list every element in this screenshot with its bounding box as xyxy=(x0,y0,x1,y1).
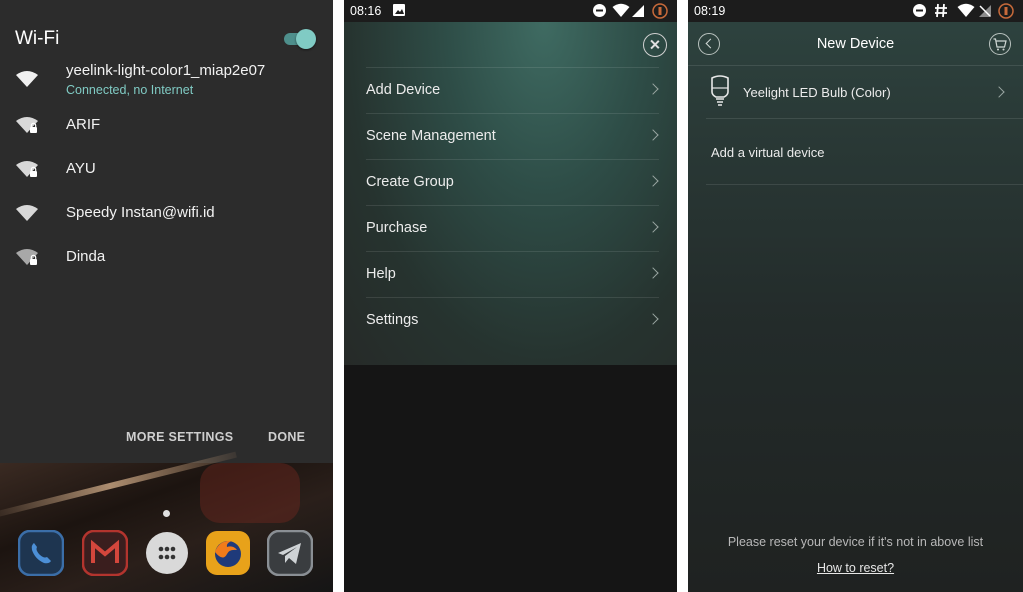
menu-item-purchase[interactable]: Purchase xyxy=(366,206,659,252)
menu-item-label: Scene Management xyxy=(366,128,496,144)
battery-icon xyxy=(998,3,1014,19)
menu-item-label: Purchase xyxy=(366,220,428,236)
chevron-right-icon xyxy=(647,175,659,187)
chevron-right-icon xyxy=(647,313,659,325)
menu-item-scene-management[interactable]: Scene Management xyxy=(366,114,659,160)
wifi-network-item[interactable]: Dinda xyxy=(0,244,333,284)
wallpaper-decoration xyxy=(200,463,300,523)
status-time: 08:16 xyxy=(350,4,382,18)
wifi-secured-signal-icon xyxy=(16,117,38,133)
no-signal-icon xyxy=(979,5,991,17)
dimmed-background[interactable] xyxy=(344,365,677,592)
wifi-toggle-thumb xyxy=(296,29,316,49)
done-button[interactable]: DONE xyxy=(268,430,305,444)
firefox-icon[interactable] xyxy=(205,530,251,576)
wifi-header: Wi-Fi xyxy=(15,26,318,54)
status-time: 08:19 xyxy=(694,4,726,18)
do-not-disturb-icon xyxy=(913,4,926,17)
battery-icon xyxy=(652,3,668,19)
hash-icon xyxy=(935,3,947,18)
wifi-ssid: ARIF xyxy=(66,116,101,133)
how-to-reset-link-wrap: How to reset? xyxy=(688,559,1023,577)
telegram-icon[interactable] xyxy=(267,530,313,576)
wifi-status-icon xyxy=(957,3,975,17)
wifi-network-item[interactable]: ARIF xyxy=(0,112,333,152)
wifi-network-item[interactable]: Speedy Instan@wifi.id xyxy=(0,200,333,240)
chevron-right-icon xyxy=(647,221,659,233)
menu-sheet: Add Device Scene Management Create Group… xyxy=(344,22,677,365)
menu-item-label: Settings xyxy=(366,312,419,328)
menu-panel: 08:16 Add Device Scene Management Create… xyxy=(344,0,677,592)
menu-item-label: Create Group xyxy=(366,174,454,190)
phone-icon[interactable] xyxy=(18,530,64,576)
status-bar: 08:19 xyxy=(688,0,1023,22)
gmail-icon[interactable] xyxy=(82,530,128,576)
status-bar: 08:16 xyxy=(344,0,677,22)
menu-item-help[interactable]: Help xyxy=(366,252,659,298)
menu-item-create-group[interactable]: Create Group xyxy=(366,160,659,206)
lte-signal-icon xyxy=(632,5,644,17)
wifi-ssid: Dinda xyxy=(66,248,106,265)
wifi-status-icon xyxy=(612,3,630,17)
wifi-secured-signal-icon xyxy=(16,161,38,177)
wifi-title: Wi-Fi xyxy=(15,28,60,49)
new-device-header: New Device xyxy=(688,22,1023,66)
more-settings-button[interactable]: MORE SETTINGS xyxy=(126,430,233,444)
wifi-quick-settings-panel: Wi-Fi yeelink-light-color1_miap2e07 Conn… xyxy=(0,0,333,592)
reset-hint-text: Please reset your device if it's not in … xyxy=(727,535,984,549)
wifi-ssid: Speedy Instan@wifi.id xyxy=(66,204,215,221)
chevron-right-icon xyxy=(647,129,659,141)
wifi-network-item[interactable]: AYU xyxy=(0,156,333,196)
device-name: Yeelight LED Bulb (Color) xyxy=(743,85,891,100)
wifi-ssid: AYU xyxy=(66,160,96,177)
led-bulb-icon xyxy=(711,75,729,106)
wifi-ssid: yeelink-light-color1_miap2e07 xyxy=(66,62,266,79)
wifi-toggle[interactable] xyxy=(284,29,316,49)
chevron-right-icon xyxy=(647,83,659,95)
page-indicator-dot xyxy=(163,510,170,517)
wifi-network-item[interactable]: yeelink-light-color1_miap2e07 Connected,… xyxy=(0,60,333,100)
add-virtual-device-label: Add a virtual device xyxy=(711,145,825,160)
menu-item-settings[interactable]: Settings xyxy=(366,298,659,344)
wifi-secured-signal-icon xyxy=(16,249,38,265)
menu-item-add-device[interactable]: Add Device xyxy=(366,68,659,114)
menu-item-label: Help xyxy=(366,266,396,282)
wifi-signal-icon xyxy=(16,205,38,221)
close-icon[interactable] xyxy=(643,33,667,57)
device-list-item[interactable]: Yeelight LED Bulb (Color) xyxy=(706,67,1023,119)
app-drawer-icon[interactable] xyxy=(144,530,190,576)
add-virtual-device-item[interactable]: Add a virtual device xyxy=(706,119,1023,185)
home-dock xyxy=(0,522,333,592)
wifi-signal-icon xyxy=(16,71,38,87)
new-device-panel: 08:19 New Device Yeelight LED Bulb (Colo… xyxy=(688,0,1023,592)
cart-icon[interactable] xyxy=(989,33,1011,55)
do-not-disturb-icon xyxy=(593,4,606,17)
gallery-notification-icon xyxy=(393,4,405,16)
wifi-connection-status: Connected, no Internet xyxy=(66,83,194,97)
how-to-reset-link[interactable]: How to reset? xyxy=(817,561,894,575)
menu-item-label: Add Device xyxy=(366,82,441,98)
chevron-right-icon xyxy=(647,267,659,279)
chevron-right-icon xyxy=(993,86,1005,98)
page-title: New Device xyxy=(816,36,895,52)
